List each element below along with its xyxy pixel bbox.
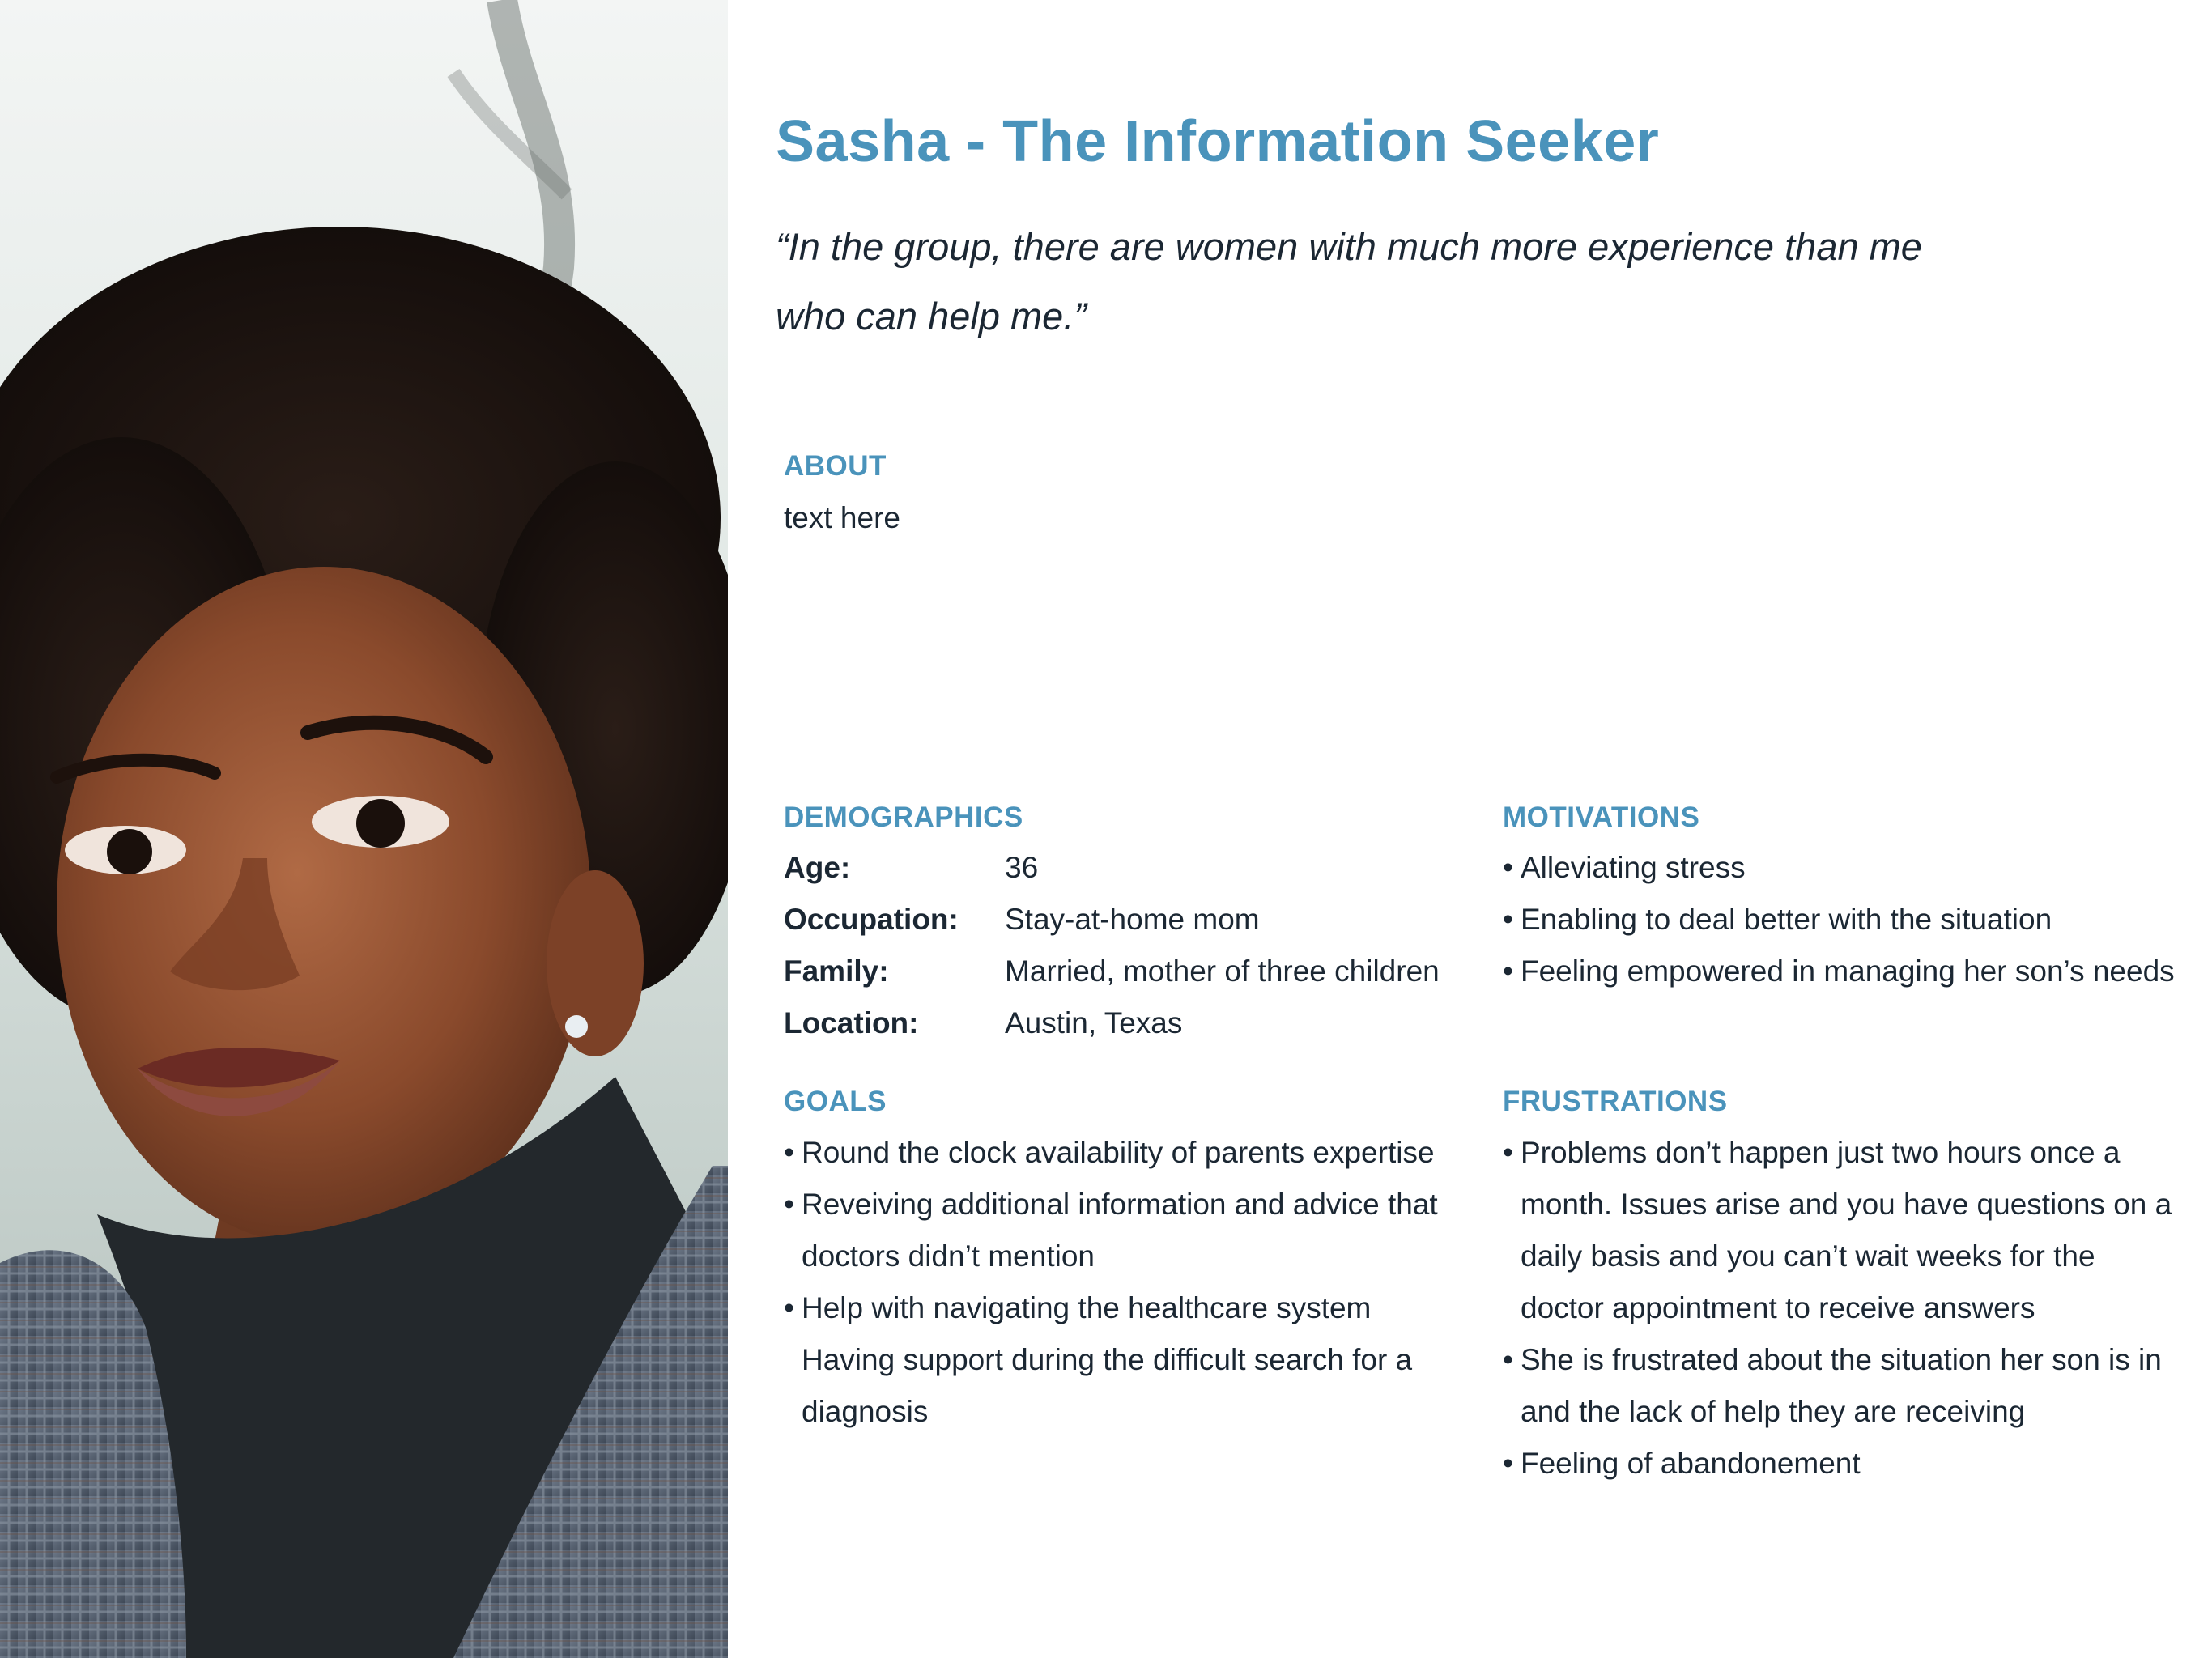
- demographics-value-family: Married, mother of three children: [1005, 954, 1440, 988]
- bullet-icon: •: [1503, 1136, 1513, 1169]
- list-item: • Feeling empowered in managing her son’s…: [1503, 946, 2183, 997]
- list-item: • Round the clock availability of parents…: [784, 1127, 1464, 1179]
- bullet-icon: •: [784, 1291, 794, 1324]
- bullet-icon: •: [1503, 851, 1513, 884]
- portrait-illustration: [0, 0, 728, 1658]
- list-item: • Reveiving additional information and ad…: [784, 1179, 1464, 1282]
- persona-photo: [0, 0, 728, 1658]
- goal-text: Help with navigating the healthcare syst…: [802, 1291, 1372, 1324]
- frustrations-heading: FRUSTRATIONS: [1503, 1086, 1728, 1117]
- goal-extra-line: Having support during the difficult sear…: [802, 1343, 1413, 1428]
- persona-quote: “In the group, there are women with much…: [776, 225, 1922, 338]
- bullet-icon: •: [784, 1136, 794, 1169]
- list-item: • Alleviating stress: [1503, 842, 2183, 894]
- demographics-label-location: Location:: [784, 1006, 919, 1039]
- demographics-value-location: Austin, Texas: [1005, 1006, 1183, 1039]
- bullet-icon: •: [1503, 1447, 1513, 1480]
- persona-card: Sasha - The Information Seeker “In the g…: [0, 0, 2212, 1658]
- goal-text: Reveiving additional information and adv…: [802, 1188, 1438, 1273]
- bullet-icon: •: [1503, 1343, 1513, 1376]
- list-item: • She is frustrated about the situation h…: [1503, 1334, 2183, 1438]
- list-item: • Help with navigating the healthcare sys…: [784, 1282, 1464, 1334]
- list-item: • Enabling to deal better with the situat…: [1503, 894, 2183, 946]
- demographics-table: Age: 36 Occupation: Stay-at-home mom Fam…: [784, 842, 1440, 1049]
- demographics-heading: DEMOGRAPHICS: [784, 801, 1023, 833]
- motivations-heading: MOTIVATIONS: [1503, 801, 1700, 833]
- motivation-text: Feeling empowered in managing her son’s …: [1521, 954, 2175, 988]
- list-item: • Feeling of abandonement: [1503, 1438, 2183, 1490]
- about-heading: ABOUT: [784, 450, 887, 482]
- demographics-row: Location: Austin, Texas: [784, 997, 1440, 1049]
- demographics-row: Family: Married, mother of three childre…: [784, 946, 1440, 997]
- demographics-value-age: 36: [1005, 851, 1039, 884]
- goal-text: Round the clock availability of parents …: [802, 1136, 1435, 1169]
- demographics-value-occupation: Stay-at-home mom: [1005, 903, 1260, 936]
- frustrations-list: • Problems don’t happen just two hours on…: [1503, 1127, 2183, 1490]
- persona-content: Sasha - The Information Seeker “In the g…: [776, 0, 2184, 1658]
- bullet-icon: •: [1503, 903, 1513, 936]
- motivation-text: Alleviating stress: [1521, 851, 1746, 884]
- motivation-text: Enabling to deal better with the situati…: [1521, 903, 2052, 936]
- about-text: text here: [784, 501, 900, 534]
- persona-title: Sasha - The Information Seeker: [776, 109, 1660, 174]
- frustration-text: Feeling of abandonement: [1521, 1447, 1861, 1480]
- goals-heading: GOALS: [784, 1086, 887, 1117]
- frustration-text: She is frustrated about the situation he…: [1521, 1343, 2162, 1428]
- list-item: • Problems don’t happen just two hours on…: [1503, 1127, 2183, 1334]
- bullet-icon: •: [784, 1188, 794, 1221]
- motivations-list: • Alleviating stress • Enabling to deal be…: [1503, 842, 2183, 997]
- demographics-row: Age: 36: [784, 842, 1440, 894]
- demographics-label-family: Family:: [784, 954, 889, 988]
- demographics-label-occupation: Occupation:: [784, 903, 959, 936]
- bullet-icon: •: [1503, 954, 1513, 988]
- frustration-text: Problems don’t happen just two hours onc…: [1521, 1136, 2172, 1324]
- goals-list: • Round the clock availability of parents…: [784, 1127, 1464, 1438]
- demographics-label-age: Age:: [784, 851, 851, 884]
- demographics-row: Occupation: Stay-at-home mom: [784, 894, 1440, 946]
